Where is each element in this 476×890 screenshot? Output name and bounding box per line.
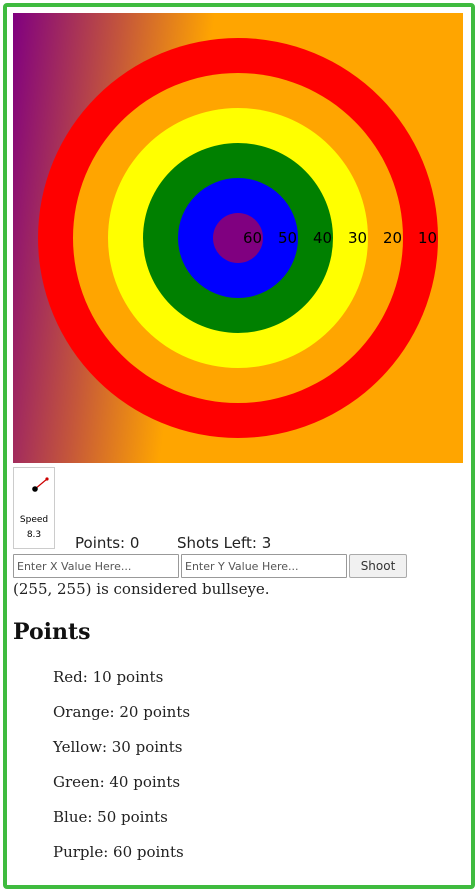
- shots-left-counter: Shots Left: 3: [177, 534, 272, 552]
- list-item: Red: 10 points: [53, 668, 164, 686]
- ring-label-10: 10: [418, 229, 438, 247]
- points-counter: Points: 0: [75, 534, 140, 552]
- shoot-button[interactable]: Shoot: [349, 554, 407, 578]
- speed-label: Speed: [19, 515, 49, 525]
- list-item: Orange: 20 points: [53, 703, 191, 721]
- list-item: Purple: 60 points: [53, 843, 184, 861]
- ring-label-60: 60: [243, 229, 263, 247]
- y-value-input[interactable]: [181, 554, 347, 578]
- x-value-input[interactable]: [13, 554, 179, 578]
- ring-label-20: 20: [383, 229, 403, 247]
- points-heading: Points: [13, 619, 91, 645]
- ring-label-40: 40: [313, 229, 333, 247]
- speed-value: 8.3: [26, 530, 42, 540]
- list-item: Yellow: 30 points: [53, 738, 183, 756]
- target-board[interactable]: 60 50 40 30 20 10: [13, 13, 463, 463]
- list-item: Blue: 50 points: [53, 808, 168, 826]
- ring-label-50: 50: [278, 229, 298, 247]
- list-item: Green: 40 points: [53, 773, 181, 791]
- speed-indicator: Speed 8.3: [13, 467, 55, 549]
- ring-label-30: 30: [348, 229, 368, 247]
- points-list: Red: 10 points Orange: 20 points Yellow:…: [53, 666, 190, 876]
- bullseye-hint: (255, 255) is considered bullseye.: [13, 580, 270, 598]
- speed-gauge-icon: [32, 477, 49, 492]
